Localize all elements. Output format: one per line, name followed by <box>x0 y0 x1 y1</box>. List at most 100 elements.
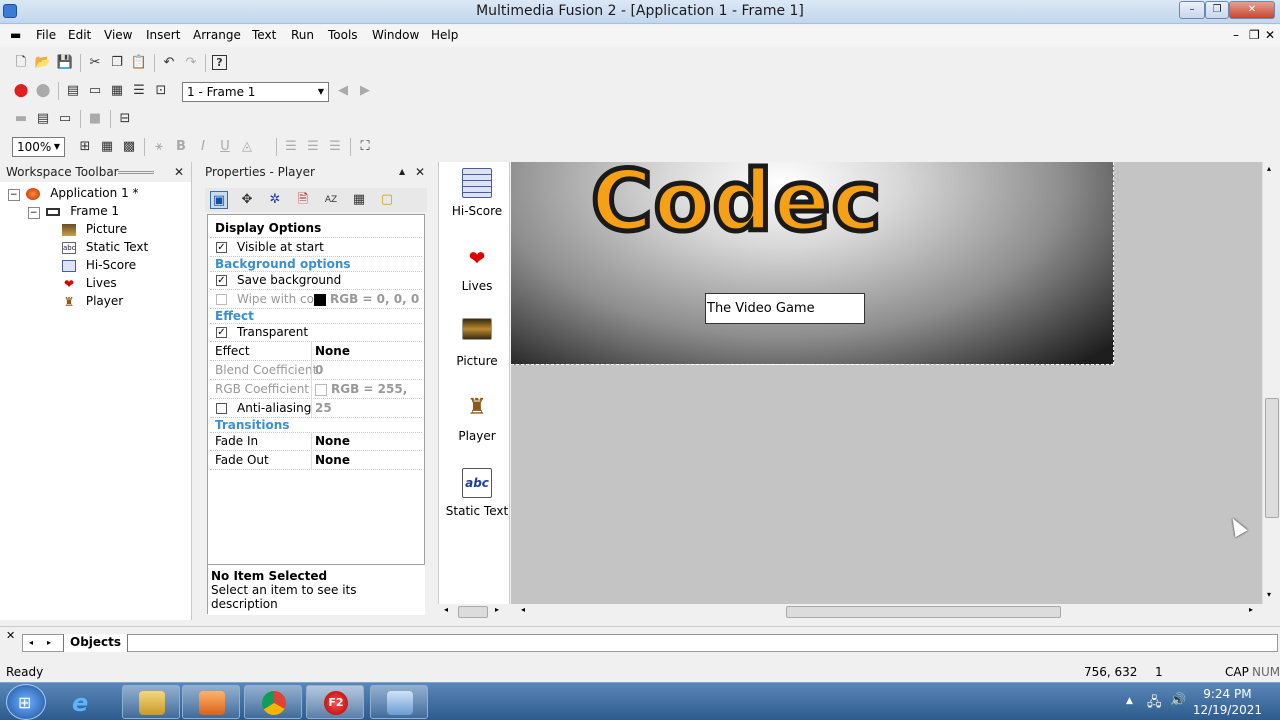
menu-text[interactable]: Text <box>252 28 276 42</box>
previous-frame-icon[interactable]: ◀ <box>334 82 352 100</box>
frame-vertical-scrollbar[interactable]: ▴ ▾ <box>1262 162 1280 604</box>
prop-effect[interactable]: Effect None <box>210 342 422 361</box>
align-left-icon[interactable]: ☰ <box>282 138 300 156</box>
prop-rgb-coefficient[interactable]: RGB Coefficient RGB = 255, 25 <box>210 380 422 418</box>
scroll-left-icon[interactable]: ◂ <box>444 605 448 614</box>
storyboard-icon[interactable]: ▤ <box>64 82 82 100</box>
grid-setup-icon[interactable]: ▦ <box>98 138 116 156</box>
menu-file[interactable]: File <box>36 28 56 42</box>
prop-fade-out[interactable]: Fade Out None <box>210 451 422 470</box>
help-icon[interactable]: ? <box>212 55 227 70</box>
run-application-icon[interactable]: ▬ <box>12 110 30 128</box>
event-list-icon[interactable]: ☰ <box>130 82 148 100</box>
menu-run[interactable]: Run <box>291 28 314 42</box>
frame-select-dropdown[interactable]: 1 - Frame 1 ▼ <box>182 82 329 102</box>
font-icon[interactable]: ⚹ <box>150 138 168 156</box>
open-folder-icon[interactable]: 📂 <box>34 54 52 72</box>
tab-movement-icon[interactable]: ✥ <box>238 191 256 209</box>
library-item-static-text[interactable]: abc Static Text <box>440 468 514 518</box>
properties-close-icon[interactable]: ✕ <box>415 162 425 182</box>
scroll-right-icon[interactable]: ▸ <box>495 605 499 614</box>
tab-size-icon[interactable]: ▦ <box>350 191 368 209</box>
taskbar-media-player[interactable] <box>182 685 240 719</box>
menu-tools[interactable]: Tools <box>328 28 358 42</box>
tray-expand-icon[interactable]: ▲ <box>1126 696 1133 706</box>
stop-run-icon[interactable]: ■ <box>86 110 104 128</box>
doc-minimize-button[interactable]: – <box>1233 28 1239 42</box>
frame-background-picture[interactable]: Codec The Video Game <box>511 162 1114 365</box>
build-icon[interactable]: ⊟ <box>116 110 134 128</box>
maximize-button[interactable]: ❐ <box>1205 1 1229 19</box>
menu-help[interactable]: Help <box>431 28 458 42</box>
collapse-icon[interactable]: − <box>8 189 20 201</box>
align-right-icon[interactable]: ☰ <box>326 138 344 156</box>
save-icon[interactable]: 💾 <box>56 54 74 72</box>
record-icon[interactable]: ⬤ <box>34 82 52 100</box>
clock[interactable]: 9:24 PM 12/19/2021 <box>1193 686 1262 718</box>
volume-icon[interactable]: 🔊 <box>1170 693 1186 708</box>
scroll-thumb[interactable] <box>458 606 488 618</box>
wipe-color-value[interactable]: RGB = 0, 0, 0 <box>311 290 419 309</box>
tree-application[interactable]: − Application 1 * <box>8 184 139 202</box>
anti-aliasing-checkbox[interactable] <box>216 403 227 414</box>
visible-checkbox[interactable]: ✓ <box>216 242 227 253</box>
snap-icon[interactable]: ▩ <box>120 138 138 156</box>
menu-insert[interactable]: Insert <box>146 28 180 42</box>
frame-editor-icon[interactable]: ▭ <box>86 82 104 100</box>
prop-fade-in[interactable]: Fade In None <box>210 432 422 451</box>
stop-icon[interactable]: ⬤ <box>12 82 30 100</box>
scroll-thumb[interactable] <box>1265 398 1279 518</box>
prop-wipe-with-color[interactable]: Wipe with co RGB = 0, 0, 0 <box>210 290 422 309</box>
scroll-left-icon[interactable]: ◂ <box>521 605 525 614</box>
bottom-close-icon[interactable]: ✕ <box>6 629 15 642</box>
scroll-down-icon[interactable]: ▾ <box>1267 590 1271 599</box>
run-frame-icon[interactable]: ▤ <box>34 110 52 128</box>
grid-icon[interactable]: ⊞ <box>76 138 94 156</box>
tree-object[interactable]: Hi-Score <box>62 256 136 274</box>
tree-object[interactable]: ❤ Lives <box>62 274 117 292</box>
tab-about-icon[interactable]: ▢ <box>378 191 396 209</box>
next-frame-icon[interactable]: ▶ <box>356 82 374 100</box>
prop-visible-at-start[interactable]: ✓ Visible at start <box>210 238 422 257</box>
tab-next-icon[interactable]: ▸ <box>47 638 51 647</box>
doc-restore-button[interactable]: ❐ <box>1249 28 1260 42</box>
tree-object[interactable]: ♜ Player <box>62 292 124 310</box>
library-item-player[interactable]: ♜ Player <box>440 393 514 443</box>
prop-save-background[interactable]: ✓ Save background <box>210 271 422 290</box>
doc-close-button[interactable]: ✕ <box>1265 28 1275 42</box>
paste-icon[interactable]: 📋 <box>130 54 148 72</box>
network-icon[interactable]: 🖧 <box>1147 693 1162 715</box>
scroll-thumb[interactable] <box>786 606 1061 618</box>
tree-object[interactable]: abc Static Text <box>62 238 148 256</box>
library-scrollbar[interactable]: ◂ ▸ <box>440 604 510 620</box>
tab-prev-icon[interactable]: ◂ <box>29 638 33 647</box>
minimize-button[interactable]: – <box>1179 1 1205 19</box>
undo-icon[interactable]: ↶ <box>160 54 178 72</box>
library-item-lives[interactable]: ❤ Lives <box>440 243 514 293</box>
library-item-picture[interactable]: Picture <box>440 318 514 368</box>
prop-blend-coefficient[interactable]: Blend Coefficient 0 <box>210 361 422 380</box>
scroll-up-icon[interactable]: ▴ <box>1267 164 1271 173</box>
tab-runtime-icon[interactable]: ✲ <box>266 191 284 209</box>
menu-edit[interactable]: Edit <box>68 28 91 42</box>
new-file-icon[interactable]: 🗋 <box>12 54 30 72</box>
wipe-checkbox[interactable] <box>216 294 227 305</box>
tab-objects[interactable]: Objects <box>63 634 129 652</box>
bold-icon[interactable]: B <box>172 138 190 156</box>
static-text-object[interactable]: The Video Game <box>705 293 865 324</box>
close-button[interactable]: ✕ <box>1229 1 1275 19</box>
scroll-right-icon[interactable]: ▸ <box>1249 605 1253 614</box>
underline-icon[interactable]: U <box>216 138 234 156</box>
workspace-close-icon[interactable]: ✕ <box>174 162 184 182</box>
tree-object[interactable]: Picture <box>62 220 127 238</box>
align-center-icon[interactable]: ☰ <box>304 138 322 156</box>
taskbar-control-panel[interactable] <box>370 685 428 719</box>
taskbar-chrome[interactable] <box>244 685 302 719</box>
italic-icon[interactable]: I <box>194 138 212 156</box>
tab-values-icon[interactable]: AZ <box>322 191 340 209</box>
preview-icon[interactable]: ▭ <box>56 110 74 128</box>
copy-icon[interactable]: ❐ <box>108 54 126 72</box>
start-button[interactable]: ⊞ <box>6 684 46 720</box>
grip-icon[interactable] <box>118 171 154 174</box>
tab-display-icon[interactable]: ▣ <box>210 191 228 209</box>
